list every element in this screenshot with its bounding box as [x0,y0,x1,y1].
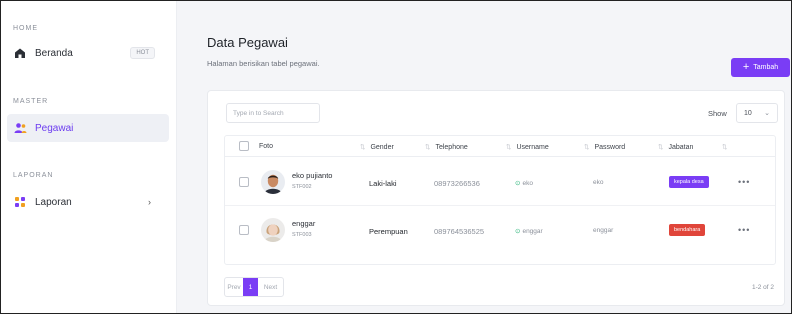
password-cell: enggar [593,227,614,234]
section-title-laporan: LAPORAN [13,172,54,179]
table-row: enggar STF003 Perempuan 089764536525 ⊙ en… [225,206,775,254]
section-title-master: MASTER [13,98,49,105]
table-header: Foto ⇅ Gender ⇅ Telephone ⇅ Username ⇅ Passw… [225,136,775,157]
column-header-jabatan[interactable]: ⇅ Jabatan [658,143,693,151]
column-header-gender[interactable]: ⇅ Gender [360,143,394,151]
sort-icon: ⇅ [584,144,590,151]
select-all-checkbox[interactable] [239,141,249,151]
sidebar: HOME Beranda HOT MASTER Pegawai LAPORAN [1,1,177,313]
more-icon[interactable]: ••• [738,225,750,235]
sort-icon: ⇅ [360,144,366,151]
more-icon[interactable]: ••• [738,177,750,187]
sort-icon: ⇅ [425,144,431,151]
employee-nip: STF003 [292,232,312,238]
avatar [261,170,285,194]
column-header-password[interactable]: ⇅ Password [584,143,625,151]
gender-cell: Perempuan [369,227,408,236]
prev-page-button[interactable]: Prev [225,278,243,296]
add-button-label: Tambah [753,64,779,71]
row-checkbox[interactable] [239,177,249,187]
password-cell: eko [593,179,604,186]
sidebar-item-label: Pegawai [35,122,74,134]
employee-nip: STF002 [292,184,312,190]
show-label: Show [708,109,727,118]
username-cell: ⊙ enggar [515,228,543,235]
sort-icon: ⇅ [506,144,512,151]
table-row: eko pujianto STF002 Laki-laki 0897326653… [225,158,775,206]
sidebar-item-pegawai[interactable]: Pegawai [7,114,169,142]
status-dot-icon: ⊙ [515,180,521,187]
status-dot-icon: ⊙ [515,228,521,235]
app-frame: HOME Beranda HOT MASTER Pegawai LAPORAN [0,0,792,314]
search-input[interactable] [226,103,320,123]
sidebar-item-label: Beranda [35,47,73,59]
username-cell: ⊙ eko [515,180,533,187]
page-size-select[interactable]: 10 ⌄ [736,103,778,123]
sort-icon: ⇅ [722,144,728,151]
page-subtitle: Halaman berisikan tabel pegawai. [207,59,320,68]
chevron-right-icon: › [148,197,151,207]
report-icon [13,195,27,209]
jabatan-badge: bendahara [669,224,706,236]
jabatan-badge: kepala desa [669,176,709,188]
sidebar-item-laporan[interactable]: Laporan › [7,188,169,216]
add-button[interactable]: + Tambah [731,58,790,77]
sidebar-item-label: Laporan [35,196,72,208]
employee-name: eko pujianto [292,171,333,180]
users-icon [13,121,27,135]
table-card: Show 10 ⌄ Foto ⇅Gender ⇅Telephone ⇅Usern… [207,90,785,306]
plus-icon: + [742,61,750,73]
gender-cell: Laki-laki [369,179,397,188]
column-header-username[interactable]: ⇅ Username [506,143,549,151]
pegawai-table: Foto ⇅ Gender ⇅ Telephone ⇅ Username ⇅ Passw… [224,135,776,265]
sidebar-item-beranda[interactable]: Beranda HOT [7,39,169,67]
hot-badge: HOT [130,47,155,59]
chevron-down-icon: ⌄ [764,110,770,117]
home-icon [13,46,27,60]
page-size-value: 10 [744,109,752,117]
row-checkbox[interactable] [239,225,249,235]
next-page-button[interactable]: Next [258,278,283,296]
page-title: Data Pegawai [207,35,288,50]
page-1-button[interactable]: 1 [243,278,258,296]
employee-name: enggar [292,219,316,228]
section-title-home: HOME [13,25,38,32]
sort-icon: ⇅ [658,144,664,151]
telephone-cell: 089764536525 [434,227,485,236]
column-header-foto[interactable]: Foto [259,143,273,150]
avatar [261,218,285,242]
column-header-telephone[interactable]: ⇅ Telephone [425,143,468,151]
pagination: Prev 1 Next [224,277,284,297]
telephone-cell: 08973266536 [434,179,480,188]
pagination-range: 1-2 of 2 [751,284,774,291]
